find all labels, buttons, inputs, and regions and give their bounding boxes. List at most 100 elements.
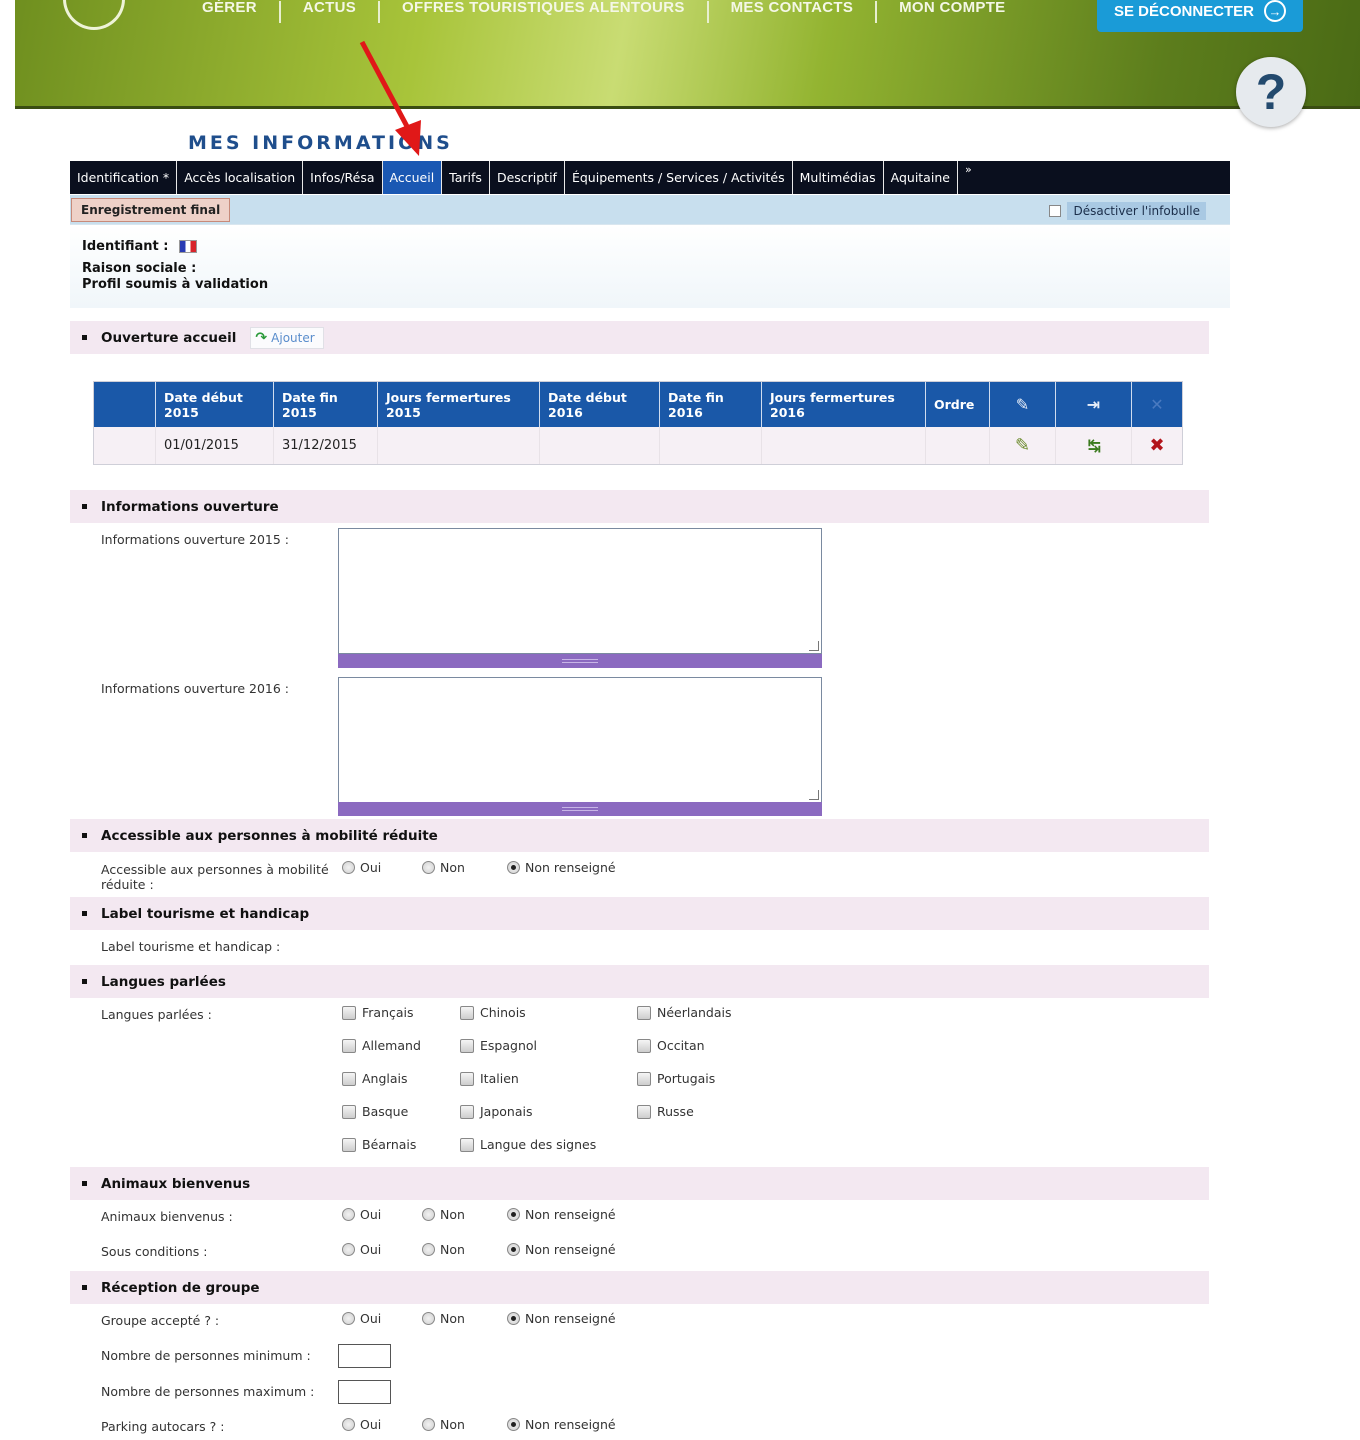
nav-gerer[interactable]: GÉRER <box>180 0 279 18</box>
tab-multimedias[interactable]: Multimédias <box>793 161 884 194</box>
groupe-accepte-label: Groupe accepté ? : <box>101 1313 220 1328</box>
nav-compte[interactable]: MON COMPTE <box>877 0 1027 18</box>
radio-non-renseigne[interactable]: Non renseigné <box>507 1311 616 1326</box>
lang-anglais[interactable]: Anglais <box>342 1071 408 1086</box>
site-logo[interactable] <box>63 0 125 30</box>
save-final-button[interactable]: Enregistrement final <box>71 198 231 222</box>
checkbox[interactable] <box>637 1104 651 1119</box>
lang-basque[interactable]: Basque <box>342 1104 408 1119</box>
radio-non[interactable]: Non <box>422 1207 507 1222</box>
checkbox[interactable] <box>637 1005 651 1020</box>
lang-japonais[interactable]: Japonais <box>460 1104 533 1119</box>
radio-oui[interactable]: Oui <box>342 1207 422 1222</box>
radio-non[interactable]: Non <box>422 1417 507 1432</box>
checkbox[interactable] <box>342 1038 356 1053</box>
nav-contacts[interactable]: MES CONTACTS <box>709 0 876 18</box>
tooltip-checkbox[interactable] <box>1049 205 1062 217</box>
nav-actus[interactable]: ACTUS <box>281 0 378 18</box>
radio-non-renseigne[interactable]: Non renseigné <box>507 1207 616 1222</box>
section-langues: Langues parlées <box>70 965 1209 998</box>
lang-russe[interactable]: Russe <box>637 1104 694 1119</box>
checkbox[interactable] <box>342 1071 356 1086</box>
max-personnes-input[interactable] <box>338 1380 391 1404</box>
add-arrow-icon: ↷ <box>255 329 268 346</box>
checkbox[interactable] <box>637 1038 651 1053</box>
radio-dot[interactable] <box>507 1312 520 1325</box>
radio-oui[interactable]: Oui <box>342 1311 422 1326</box>
tab-infos-resa[interactable]: Infos/Résa <box>303 161 383 194</box>
tab-more[interactable]: » <box>958 161 979 194</box>
lang-espagnol[interactable]: Espagnol <box>460 1038 537 1053</box>
tooltip-toggle[interactable]: Désactiver l'infobulle <box>1049 202 1206 220</box>
lang-allemand[interactable]: Allemand <box>342 1038 421 1053</box>
checkbox[interactable] <box>342 1005 356 1020</box>
nav-offres[interactable]: OFFRES TOURISTIQUES ALENTOURS <box>380 0 707 18</box>
checkbox[interactable] <box>460 1038 474 1053</box>
checkbox[interactable] <box>460 1071 474 1086</box>
lang-neerlandais[interactable]: Néerlandais <box>637 1005 732 1020</box>
radio-non[interactable]: Non <box>422 1311 507 1326</box>
radio-dot[interactable] <box>507 861 520 874</box>
edit-icon[interactable]: ✎ <box>1015 435 1030 456</box>
lang-portugais[interactable]: Portugais <box>637 1071 715 1086</box>
lang-italien[interactable]: Italien <box>460 1071 519 1086</box>
radio-oui[interactable]: Oui <box>342 1242 422 1257</box>
info-2016-textarea[interactable] <box>338 677 822 803</box>
checkbox[interactable] <box>460 1005 474 1020</box>
checkbox[interactable] <box>460 1137 474 1152</box>
info-2015-textarea[interactable] <box>338 528 822 654</box>
radio-dot[interactable] <box>422 1418 435 1431</box>
radio-label: Non renseigné <box>525 1311 616 1326</box>
radio-non-renseigne[interactable]: Non renseigné <box>507 1242 616 1257</box>
radio-non[interactable]: Non <box>422 860 507 875</box>
radio-dot[interactable] <box>422 1243 435 1256</box>
delete-icon[interactable]: ✖ <box>1149 435 1164 456</box>
tab-equipements[interactable]: Équipements / Services / Activités <box>565 161 793 194</box>
move-icon[interactable]: ↹ <box>1088 436 1101 455</box>
radio-dot[interactable] <box>507 1208 520 1221</box>
resize-grip-icon[interactable] <box>809 641 819 651</box>
checkbox[interactable] <box>342 1137 356 1152</box>
logout-button[interactable]: SE DÉCONNECTER → <box>1097 0 1303 32</box>
checkbox[interactable] <box>342 1104 356 1119</box>
tab-accueil[interactable]: Accueil <box>382 161 443 194</box>
radio-non[interactable]: Non <box>422 1242 507 1257</box>
tab-descriptif[interactable]: Descriptif <box>490 161 565 194</box>
radio-dot[interactable] <box>507 1243 520 1256</box>
help-icon[interactable]: ? <box>1236 57 1306 127</box>
resize-grip-icon[interactable] <box>809 790 819 800</box>
info-2015-resizer[interactable] <box>338 654 822 668</box>
radio-dot[interactable] <box>342 1418 355 1431</box>
radio-dot[interactable] <box>422 1208 435 1221</box>
radio-oui[interactable]: Oui <box>342 1417 422 1432</box>
toolbar: Enregistrement final Désactiver l'infobu… <box>70 195 1230 225</box>
radio-oui[interactable]: Oui <box>342 860 422 875</box>
tab-tarifs[interactable]: Tarifs <box>442 161 490 194</box>
add-button[interactable]: ↷ Ajouter <box>250 326 324 349</box>
tab-identification[interactable]: Identification * <box>70 161 178 194</box>
radio-non-renseigne[interactable]: Non renseigné <box>507 1417 616 1432</box>
radio-dot[interactable] <box>422 861 435 874</box>
lang-label: Espagnol <box>480 1038 537 1053</box>
lang-langue-des-signes[interactable]: Langue des signes <box>460 1137 596 1152</box>
radio-non-renseigne[interactable]: Non renseigné <box>507 860 616 875</box>
tab-aquitaine[interactable]: Aquitaine <box>884 161 958 194</box>
lang-occitan[interactable]: Occitan <box>637 1038 705 1053</box>
tab-acces-localisation[interactable]: Accès localisation <box>177 161 304 194</box>
radio-dot[interactable] <box>342 1243 355 1256</box>
bullet <box>82 979 87 984</box>
radio-dot[interactable] <box>342 861 355 874</box>
radio-dot[interactable] <box>342 1208 355 1221</box>
info-2016-resizer[interactable] <box>338 802 822 816</box>
checkbox[interactable] <box>637 1071 651 1086</box>
min-personnes-input[interactable] <box>338 1344 391 1368</box>
radio-dot[interactable] <box>507 1418 520 1431</box>
lang-francais[interactable]: Français <box>342 1005 414 1020</box>
radio-dot[interactable] <box>342 1312 355 1325</box>
col-date-debut-2015: Date début 2015 <box>156 382 274 427</box>
lang-bearnais[interactable]: Béarnais <box>342 1137 416 1152</box>
radio-label: Non renseigné <box>525 1417 616 1432</box>
checkbox[interactable] <box>460 1104 474 1119</box>
lang-chinois[interactable]: Chinois <box>460 1005 526 1020</box>
radio-dot[interactable] <box>422 1312 435 1325</box>
